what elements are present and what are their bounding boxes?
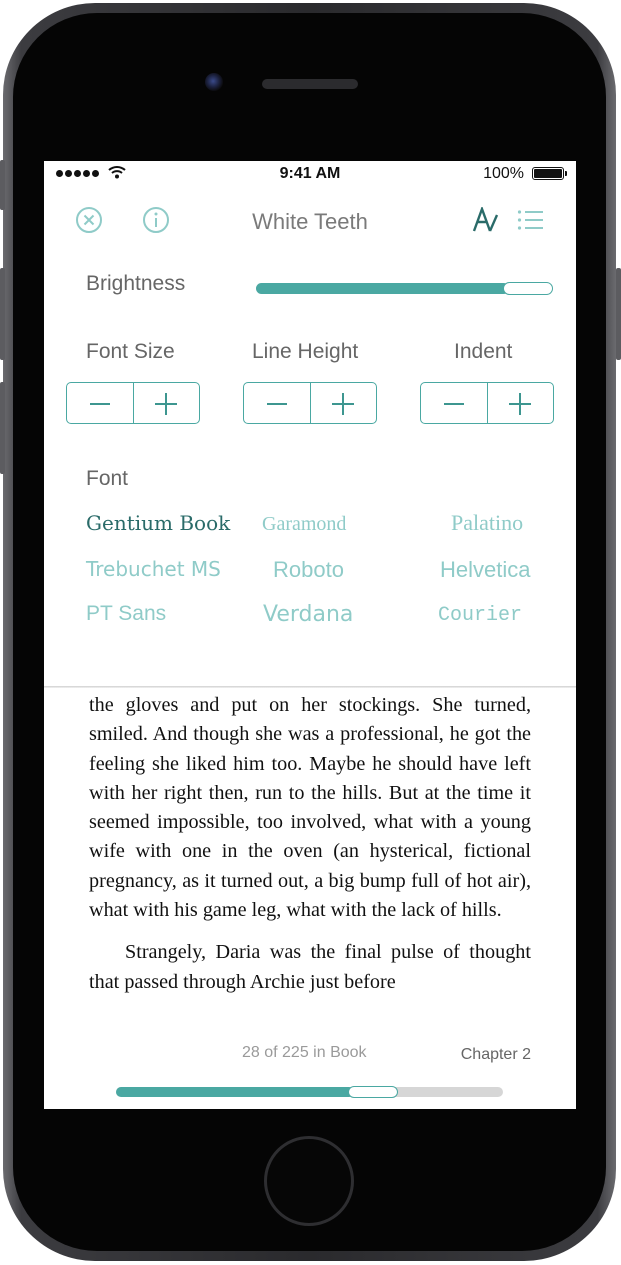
home-button[interactable] <box>264 1136 354 1226</box>
brightness-slider-fill <box>256 283 509 294</box>
brightness-slider-thumb[interactable] <box>503 282 553 295</box>
front-camera <box>205 73 223 91</box>
reading-progress-thumb[interactable] <box>348 1086 398 1098</box>
line-height-increase-button[interactable] <box>309 383 377 423</box>
font-option-roboto[interactable]: Roboto <box>273 557 344 583</box>
table-of-contents-icon[interactable] <box>517 209 545 231</box>
font-size-label: Font Size <box>86 340 175 363</box>
power-button <box>616 268 621 360</box>
chapter-indicator: Chapter 2 <box>460 1046 531 1063</box>
indent-decrease-button[interactable] <box>421 383 487 423</box>
book-page-text: the gloves and put on her stockings. She… <box>89 691 531 997</box>
font-size-increase-button[interactable] <box>132 383 200 423</box>
font-size-stepper <box>66 382 200 424</box>
volume-up-button <box>0 268 5 360</box>
font-option-courier[interactable]: Courier <box>438 604 522 627</box>
page-indicator: 28 of 225 in Book <box>242 1044 367 1061</box>
font-option-verdana[interactable]: Verdana <box>263 602 353 627</box>
status-bar: 9:41 AM 100% <box>44 161 576 187</box>
font-option-trebuchet-ms[interactable]: Trebuchet MS <box>86 557 221 581</box>
book-paragraph: the gloves and put on her stockings. She… <box>89 694 531 922</box>
reading-progress-bar[interactable] <box>116 1086 503 1098</box>
indent-increase-button[interactable] <box>486 383 554 423</box>
reading-progress-fill <box>116 1087 354 1097</box>
brightness-slider[interactable] <box>256 282 553 295</box>
volume-down-button <box>0 382 5 474</box>
brightness-label: Brightness <box>86 272 186 295</box>
line-height-decrease-button[interactable] <box>244 383 310 423</box>
earpiece-speaker <box>262 79 358 89</box>
line-height-stepper <box>243 382 377 424</box>
settings-panel-divider <box>44 686 576 688</box>
book-paragraph: Strangely, Daria was the final pulse of … <box>89 941 531 993</box>
font-size-decrease-button[interactable] <box>67 383 133 423</box>
reader-toolbar: White Teeth <box>44 197 576 247</box>
line-height-label: Line Height <box>252 340 359 363</box>
battery-icon <box>532 167 567 180</box>
font-option-helvetica[interactable]: Helvetica <box>440 557 530 583</box>
font-option-palatino[interactable]: Palatino <box>451 510 523 536</box>
battery-percentage: 100% <box>483 165 524 182</box>
indent-stepper <box>420 382 554 424</box>
font-option-garamond[interactable]: Garamond <box>262 513 346 536</box>
indent-label: Indent <box>454 340 513 363</box>
screen: 9:41 AM 100% White Teeth Brightness Font… <box>44 161 576 1109</box>
font-label: Font <box>86 467 129 490</box>
font-settings-icon[interactable] <box>472 207 502 233</box>
font-option-pt-sans[interactable]: PT Sans <box>86 602 166 626</box>
mute-switch <box>0 160 5 210</box>
font-option-gentium-book[interactable]: Gentium Book <box>86 511 230 535</box>
